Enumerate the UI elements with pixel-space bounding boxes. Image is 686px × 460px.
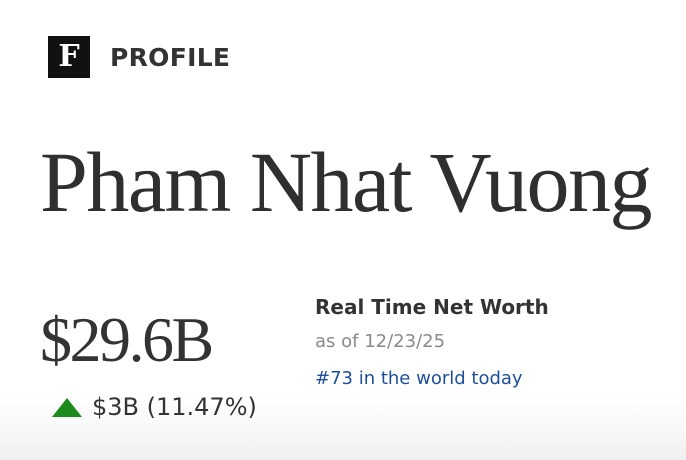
- change-amount: $3B (11.47%): [92, 393, 257, 421]
- net-worth-change: $3B (11.47%): [52, 390, 257, 424]
- up-arrow-icon: [52, 397, 82, 417]
- forbes-logo[interactable]: F: [48, 36, 90, 78]
- net-worth-value: $29.6B: [40, 304, 214, 375]
- real-time-info: Real Time Net Worth as of 12/23/25 #73 i…: [315, 292, 675, 392]
- real-time-title: Real Time Net Worth: [315, 295, 549, 319]
- as-of-date: as of 12/23/25: [315, 331, 446, 352]
- profile-header: F PROFILE: [48, 36, 230, 78]
- section-label: PROFILE: [110, 42, 231, 72]
- person-name: Pham Nhat Vuong: [40, 134, 652, 230]
- world-rank-link[interactable]: #73 in the world today: [315, 366, 523, 392]
